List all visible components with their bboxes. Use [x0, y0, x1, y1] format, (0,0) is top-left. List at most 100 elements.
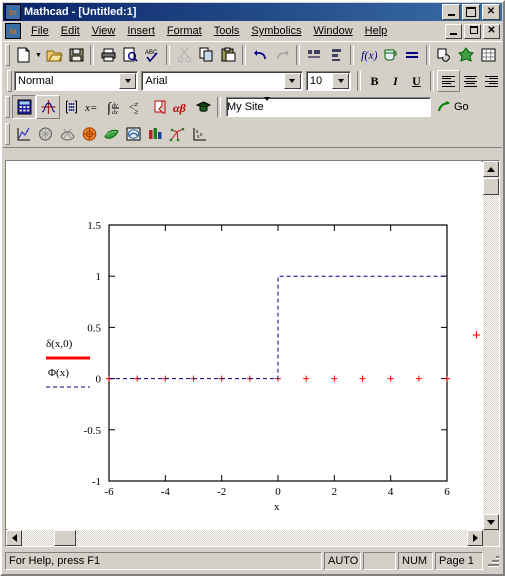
status-auto[interactable]: AUTO — [324, 552, 361, 570]
boolean-toolbar-button[interactable]: < ≠ ≥ — [126, 96, 148, 118]
graph-trace-button[interactable]: xxx — [188, 123, 210, 145]
calculator-toolbar-button[interactable] — [12, 95, 36, 119]
print-button[interactable] — [97, 44, 119, 66]
standard-toolbar: ▼ ABC f(x) — [3, 41, 502, 68]
menu-item-window[interactable]: Window — [308, 23, 359, 39]
undo-button[interactable] — [249, 44, 271, 66]
insert-hyperlink-button[interactable] — [433, 44, 455, 66]
scroll-left-button[interactable] — [6, 530, 22, 546]
window-title: Mathcad - [Untitled:1] — [24, 6, 137, 18]
vector-field-plot-button[interactable] — [144, 123, 166, 145]
symbolic-toolbar-button[interactable] — [192, 96, 214, 118]
toolbar-separator — [430, 71, 434, 91]
align-down-button[interactable] — [325, 44, 347, 66]
font-combo[interactable]: Arial — [141, 71, 303, 91]
menu-item-edit[interactable]: Edit — [55, 23, 86, 39]
toolbar-grip[interactable] — [5, 44, 10, 66]
evaluation-toolbar-button[interactable]: x= — [82, 96, 104, 118]
maximize-button[interactable] — [462, 4, 480, 20]
redo-button[interactable] — [271, 44, 293, 66]
surface-plot-button[interactable] — [56, 123, 78, 145]
toolbar-separator — [426, 45, 430, 65]
insert-unit-button[interactable] — [379, 44, 401, 66]
status-bar: For Help, press F1 AUTO NUM Page 1 — [5, 551, 500, 571]
menu-item-file[interactable]: File — [25, 23, 55, 39]
insert-spreadsheet-button[interactable] — [477, 44, 499, 66]
italic-button[interactable]: I — [385, 71, 406, 91]
menu-item-view[interactable]: View — [86, 23, 122, 39]
font-size-combo[interactable]: 10 — [305, 71, 351, 91]
go-button[interactable]: Go — [433, 100, 473, 115]
insert-function-button[interactable]: f(x) — [357, 44, 379, 66]
toolbar-grip[interactable] — [7, 70, 12, 92]
chevron-down-icon[interactable] — [263, 97, 270, 113]
align-right-button[interactable] — [481, 71, 502, 91]
horizontal-scroll-thumb[interactable] — [54, 530, 76, 546]
vertical-scrollbar[interactable] — [483, 161, 499, 530]
menu-item-insert[interactable]: Insert — [121, 23, 161, 39]
scroll-up-button[interactable] — [483, 161, 499, 177]
menu-item-help[interactable]: Help — [359, 23, 394, 39]
xy-plot-button[interactable] — [12, 123, 34, 145]
scroll-down-button[interactable] — [483, 514, 499, 530]
align-across-button[interactable] — [303, 44, 325, 66]
document-icon[interactable]: m — [5, 23, 21, 39]
polar-plot-button[interactable] — [34, 123, 56, 145]
chevron-down-icon[interactable] — [283, 73, 301, 89]
matrix-toolbar-button[interactable] — [60, 96, 82, 118]
graph-toolbar-button[interactable] — [36, 95, 60, 119]
3d-scatter-plot-button[interactable] — [100, 123, 122, 145]
open-button[interactable] — [43, 44, 65, 66]
document-close-button[interactable]: ✕ — [483, 23, 500, 39]
minimize-button[interactable] — [442, 4, 460, 20]
align-center-button[interactable] — [460, 71, 481, 91]
paste-button[interactable] — [217, 44, 239, 66]
close-button[interactable]: ✕ — [482, 4, 500, 20]
insert-component-button[interactable] — [455, 44, 477, 66]
document-minimize-button[interactable] — [445, 23, 462, 39]
menu-item-symbolics[interactable]: Symbolics — [245, 23, 307, 39]
calculate-button[interactable] — [401, 44, 423, 66]
scrollbar-corner — [483, 530, 499, 546]
svg-text:-1: -1 — [92, 476, 101, 488]
document-restore-button[interactable] — [464, 23, 481, 39]
chevron-down-icon[interactable]: ▼ — [34, 44, 43, 66]
legend-swatch-delta — [46, 356, 90, 360]
calculus-toolbar-button[interactable]: ∫ dy dx — [104, 96, 126, 118]
programming-toolbar-button[interactable] — [148, 96, 170, 118]
horizontal-scrollbar[interactable] — [6, 530, 483, 546]
menu-item-tools[interactable]: Tools — [208, 23, 246, 39]
print-preview-button[interactable] — [119, 44, 141, 66]
toolbar-grip[interactable] — [5, 123, 10, 145]
bold-button[interactable]: B — [364, 71, 385, 91]
vertical-scroll-thumb[interactable] — [483, 178, 499, 195]
chevron-down-icon[interactable] — [119, 73, 137, 89]
contour-plot-button[interactable] — [78, 123, 100, 145]
align-center-icon — [464, 75, 477, 87]
legend-label-delta: δ(x,0) — [46, 338, 73, 350]
align-left-button[interactable] — [437, 70, 460, 92]
scroll-right-button[interactable] — [467, 530, 483, 546]
save-button[interactable] — [65, 44, 87, 66]
resize-grip[interactable] — [486, 554, 500, 568]
toolbar-separator — [166, 45, 170, 65]
svg-text:1.5: 1.5 — [87, 220, 101, 232]
xy-plot[interactable]: -6 -4 -2 0 2 4 6 -1 -0.5 0 0.5 1 1.5 x δ(x,0) Φ(x) — [6, 161, 476, 529]
new-document-button[interactable] — [12, 44, 34, 66]
style-combo[interactable]: Normal — [14, 71, 139, 91]
mathcad-icon: m — [5, 4, 21, 20]
3d-bar-plot-button[interactable] — [122, 123, 144, 145]
toolbar-grip[interactable] — [5, 96, 10, 118]
legend-label-phi: Φ(x) — [48, 367, 69, 379]
worksheet-page[interactable]: + -6 -4 -2 0 2 4 6 -1 -0.5 0 0.5 1 1.5 x δ(x,0) Φ(x) — [6, 161, 482, 529]
check-spelling-button[interactable]: ABC — [141, 44, 163, 66]
chevron-down-icon[interactable] — [332, 73, 349, 89]
graph-zoom-button[interactable] — [166, 123, 188, 145]
menu-item-format[interactable]: Format — [161, 23, 208, 39]
status-blank — [363, 552, 396, 570]
underline-button[interactable]: U — [406, 71, 427, 91]
address-input[interactable]: My Site — [226, 97, 431, 117]
greek-toolbar-button[interactable]: αβ — [170, 96, 192, 118]
cut-button[interactable] — [173, 44, 195, 66]
copy-button[interactable] — [195, 44, 217, 66]
